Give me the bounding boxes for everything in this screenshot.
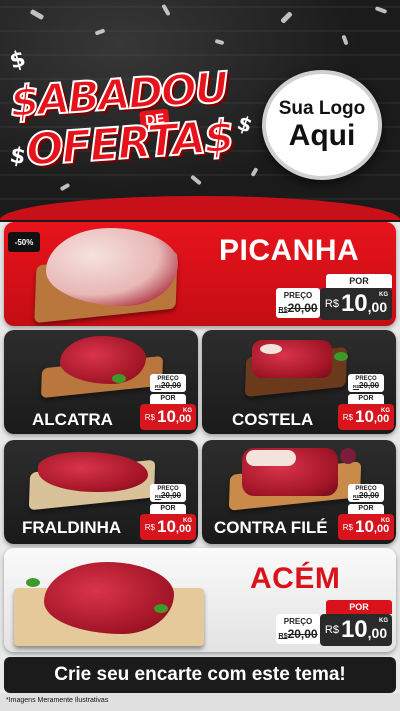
price-integer: 10: [157, 407, 176, 426]
old-price: R$20,00: [154, 380, 182, 390]
product-card-alcatra[interactable]: ALCATRA PREÇO R$20,00 POR R$ 10 ,00 KG: [4, 330, 198, 434]
price-integer: 10: [340, 616, 368, 643]
por-label: POR: [326, 274, 392, 288]
picanha-image: [46, 228, 178, 306]
discount-badge: -50%: [8, 232, 40, 252]
preco-label: PREÇO: [283, 291, 313, 300]
herb-decoration: [334, 352, 348, 361]
price-box: R$ 10 ,00 KG: [140, 404, 196, 430]
fraldinha-image: [38, 452, 148, 492]
herb-decoration: [154, 604, 168, 613]
product-name: ALCATRA: [32, 410, 113, 429]
old-price: R$20,00: [352, 490, 380, 500]
disclaimer-text: *Imagens Meramente Ilustrativas: [6, 697, 109, 704]
product-card-picanha[interactable]: PICANHA POR PREÇO R$20,00 R$ 10 ,00 KG: [4, 222, 396, 326]
unit-label: KG: [379, 618, 388, 624]
unit-label: KG: [183, 408, 192, 414]
logo-text-line2: Aqui: [288, 118, 356, 152]
confetti: [374, 6, 388, 14]
price-decimal: ,00: [373, 413, 390, 425]
old-price-box: PREÇO R$20,00: [150, 374, 186, 392]
price-integer: 10: [355, 517, 374, 536]
fat-cap: [246, 450, 296, 466]
por-label: POR: [348, 504, 384, 514]
confetti: [94, 28, 106, 36]
product-name: ACÉM: [250, 562, 341, 595]
unit-label: KG: [381, 518, 390, 524]
confetti: [214, 38, 225, 46]
logo-text-line1: Sua Logo: [278, 97, 366, 119]
product-name: PICANHA: [219, 234, 360, 267]
confetti: [161, 3, 171, 17]
product-card-costela[interactable]: COSTELA PREÇO R$20,00 POR R$ 10 ,00 KG: [202, 330, 396, 434]
confetti: [341, 34, 349, 46]
price-box: R$ 10 ,00 KG: [140, 514, 196, 540]
sabadou-de-ofertas-title: $ $ $ $ABADOU DE OFERTA$: [7, 46, 256, 182]
confetti: [29, 8, 45, 21]
price-box: R$ 10 ,00 KG: [320, 614, 392, 646]
dollar-icon: $: [7, 46, 29, 75]
price-integer: 10: [157, 517, 176, 536]
unit-label: KG: [183, 518, 192, 524]
old-price: R$20,00: [154, 490, 182, 500]
currency-label: R$: [324, 624, 339, 636]
por-label: POR: [348, 394, 384, 404]
currency-label: R$: [324, 298, 339, 310]
price-decimal: ,00: [373, 523, 390, 535]
product-name: CONTRA FILÉ: [214, 518, 328, 537]
old-price-box: PREÇO R$20,00: [276, 288, 320, 318]
product-name: FRALDINHA: [22, 518, 122, 537]
product-card-contra-file[interactable]: CONTRA FILÉ PREÇO R$20,00 POR R$ 10 ,00 …: [202, 440, 396, 544]
herb-decoration: [112, 374, 126, 383]
product-card-fraldinha[interactable]: FRALDINHA PREÇO R$20,00 POR R$ 10 ,00 KG: [4, 440, 198, 544]
confetti: [59, 182, 71, 192]
price-decimal: ,00: [367, 625, 388, 641]
cta-banner[interactable]: Crie seu encarte com este tema!: [4, 657, 396, 693]
product-card-acem[interactable]: ACÉM POR PREÇO R$20,00 R$ 10 ,00 KG: [4, 548, 396, 652]
por-label: POR: [326, 600, 392, 614]
logo-placeholder[interactable]: Sua Logo Aqui: [262, 70, 382, 180]
alcatra-image: [60, 336, 146, 384]
price-decimal: ,00: [175, 413, 192, 425]
unit-label: KG: [379, 292, 388, 298]
price-box: R$ 10 ,00 KG: [338, 404, 394, 430]
unit-label: KG: [381, 408, 390, 414]
old-price: R$20,00: [278, 301, 318, 315]
dollar-icon: $: [234, 110, 256, 138]
price-box: R$ 10 ,00 KG: [338, 514, 394, 540]
product-name: COSTELA: [232, 410, 314, 429]
old-price-box: PREÇO R$20,00: [348, 484, 384, 502]
currency-label: R$: [342, 522, 353, 532]
herb-decoration: [26, 578, 40, 587]
por-label: POR: [150, 504, 186, 514]
fat-marbling: [260, 344, 282, 354]
por-label: POR: [150, 394, 186, 404]
old-price: R$20,00: [352, 380, 380, 390]
old-price: R$20,00: [278, 627, 318, 641]
preco-label: PREÇO: [283, 617, 313, 626]
currency-label: R$: [342, 412, 353, 422]
currency-label: R$: [144, 412, 155, 422]
header-banner: $ $ $ $ABADOU DE OFERTA$ Sua Logo Aqui: [0, 0, 400, 222]
confetti: [280, 11, 293, 24]
currency-label: R$: [144, 522, 155, 532]
price-decimal: ,00: [367, 299, 388, 315]
onion-decoration: [340, 448, 356, 464]
price-integer: 10: [355, 407, 374, 426]
price-box: R$ 10 ,00 KG: [320, 288, 392, 320]
old-price-box: PREÇO R$20,00: [348, 374, 384, 392]
acem-image: [44, 562, 174, 634]
old-price-box: PREÇO R$20,00: [150, 484, 186, 502]
dollar-icon: $: [7, 142, 28, 171]
price-decimal: ,00: [175, 523, 192, 535]
old-price-box: PREÇO R$20,00: [276, 614, 320, 644]
price-integer: 10: [340, 290, 368, 317]
